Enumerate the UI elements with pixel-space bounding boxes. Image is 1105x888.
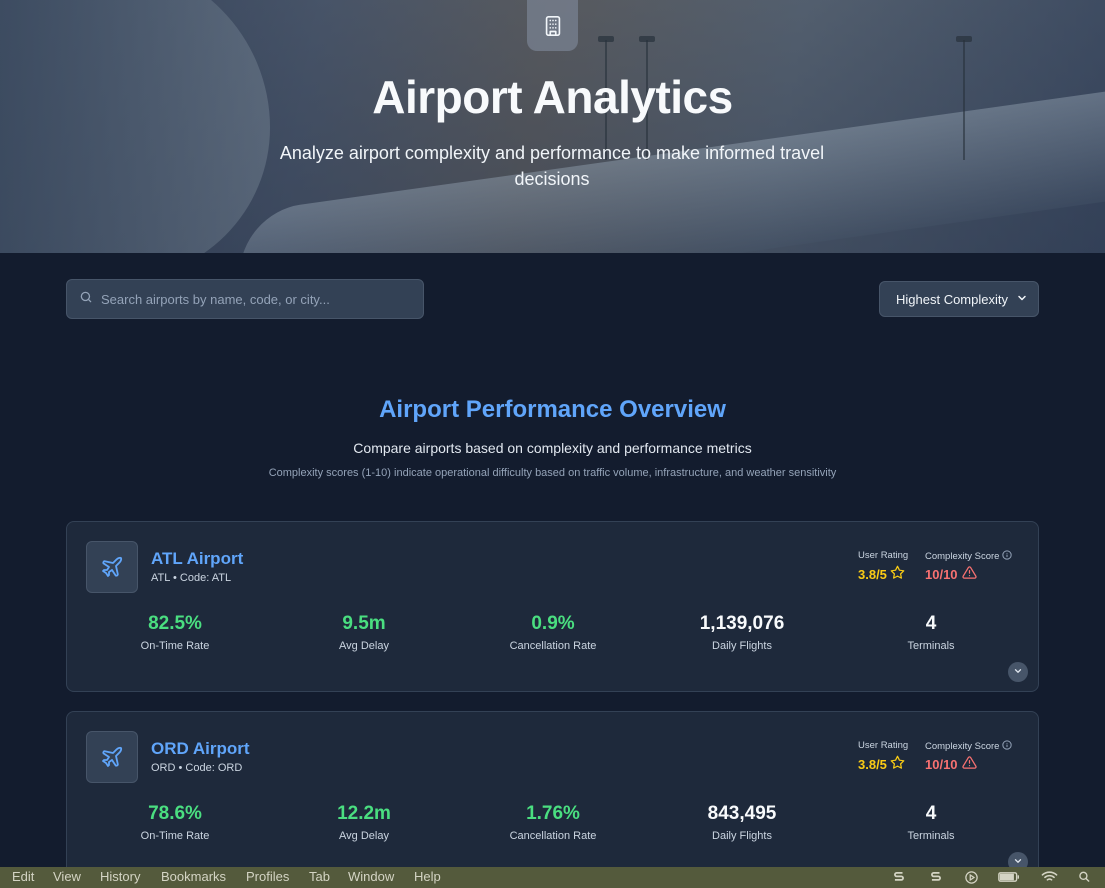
plane-icon xyxy=(86,541,138,593)
menu-item-tab[interactable]: Tab xyxy=(309,869,330,884)
warning-icon xyxy=(961,755,977,773)
metric-cancellation: 0.9% Cancellation Rate xyxy=(463,612,643,652)
airport-name[interactable]: ATL Airport xyxy=(151,549,243,569)
complexity-score-text: 10/10 xyxy=(925,756,958,772)
building-icon xyxy=(527,0,578,51)
metric-avg-delay: 9.5m Avg Delay xyxy=(274,612,454,652)
metric-terminals: 4 Terminals xyxy=(841,802,1021,842)
complexity-score-label-text: Complexity Score xyxy=(925,741,1000,752)
page-subtitle: Analyze airport complexity and performan… xyxy=(279,143,825,189)
metric-label: On-Time Rate xyxy=(140,640,210,652)
menu-item-help[interactable]: Help xyxy=(414,869,441,884)
complexity-score-label-text: Complexity Score xyxy=(925,551,1000,562)
metric-label: Terminals xyxy=(907,830,955,842)
user-rating-label: User Rating xyxy=(858,740,909,751)
metric-label: Cancellation Rate xyxy=(509,640,597,652)
airport-card[interactable]: ORD Airport ORD • Code: ORD User Rating … xyxy=(66,711,1039,882)
metric-terminals: 4 Terminals xyxy=(841,612,1021,652)
airport-code: ORD • Code: ORD xyxy=(151,762,243,774)
star-icon xyxy=(890,565,905,583)
sort-select[interactable]: Highest Complexity xyxy=(879,281,1039,317)
menu-item-view[interactable]: View xyxy=(53,869,81,884)
info-icon[interactable] xyxy=(1002,740,1013,753)
section-title: Airport Performance Overview xyxy=(379,396,726,423)
metric-label: Avg Delay xyxy=(339,830,389,842)
section-subtitle: Compare airports based on complexity and… xyxy=(353,440,752,456)
section-note: Complexity scores (1-10) indicate operat… xyxy=(268,467,837,479)
metric-label: Terminals xyxy=(907,640,955,652)
metric-label: On-Time Rate xyxy=(140,830,210,842)
page-title: Airport Analytics xyxy=(372,71,733,123)
airport-code: ATL • Code: ATL xyxy=(151,572,232,584)
hero-banner: Airport Analytics Analyze airport comple… xyxy=(0,0,1105,253)
metric-value: 12.2m xyxy=(337,803,391,824)
wifi-icon[interactable] xyxy=(1041,870,1058,884)
play-icon[interactable] xyxy=(964,870,979,885)
airport-card[interactable]: ATL Airport ATL • Code: ATL User Rating … xyxy=(66,521,1039,692)
metric-on-time: 78.6% On-Time Rate xyxy=(85,802,265,842)
user-rating-label: User Rating xyxy=(858,550,909,561)
metric-value: 1.76% xyxy=(526,803,580,824)
complexity-score-value: 10/10 xyxy=(925,755,977,773)
warning-icon xyxy=(961,565,977,583)
menu-item-edit[interactable]: Edit xyxy=(12,869,34,884)
complexity-score-value: 10/10 xyxy=(925,565,977,583)
metric-avg-delay: 12.2m Avg Delay xyxy=(274,802,454,842)
complexity-score-text: 10/10 xyxy=(925,566,958,582)
metric-value: 9.5m xyxy=(342,613,386,634)
menu-item-bookmarks[interactable]: Bookmarks xyxy=(161,869,226,884)
metric-on-time: 82.5% On-Time Rate xyxy=(85,612,265,652)
os-menu-bar: Edit View History Bookmarks Profiles Tab… xyxy=(0,867,1105,888)
plane-icon xyxy=(86,731,138,783)
sort-selected-value: Highest Complexity xyxy=(896,291,1008,307)
menu-item-window[interactable]: Window xyxy=(348,869,394,884)
search-icon xyxy=(79,290,93,309)
metric-label: Daily Flights xyxy=(712,830,772,842)
metric-value: 843,495 xyxy=(707,803,777,824)
complexity-score-label: Complexity Score xyxy=(925,550,1013,563)
hero-aircraft-fuselage xyxy=(0,0,270,253)
metric-value: 82.5% xyxy=(148,613,202,634)
user-rating-text: 3.8/5 xyxy=(858,756,887,772)
metric-value: 4 xyxy=(925,613,937,634)
menu-item-profiles[interactable]: Profiles xyxy=(246,869,289,884)
complexity-score-label: Complexity Score xyxy=(925,740,1013,753)
menu-item-history[interactable]: History xyxy=(100,869,140,884)
expand-button[interactable] xyxy=(1008,662,1028,682)
search-box[interactable] xyxy=(66,279,424,319)
chevron-down-icon xyxy=(1016,292,1028,307)
user-rating-value: 3.8/5 xyxy=(858,565,905,583)
metric-label: Daily Flights xyxy=(712,640,772,652)
metric-daily-flights: 843,495 Daily Flights xyxy=(652,802,832,842)
info-icon[interactable] xyxy=(1002,550,1013,563)
spotlight-search-icon[interactable] xyxy=(1077,870,1091,884)
chevron-down-icon xyxy=(1013,663,1023,681)
metric-value: 0.9% xyxy=(531,613,575,634)
search-input[interactable] xyxy=(101,291,421,307)
metric-value: 4 xyxy=(925,803,937,824)
star-icon xyxy=(890,755,905,773)
user-rating-text: 3.8/5 xyxy=(858,566,887,582)
metric-cancellation: 1.76% Cancellation Rate xyxy=(463,802,643,842)
tray-app-icon[interactable] xyxy=(892,870,906,884)
metric-label: Cancellation Rate xyxy=(509,830,597,842)
tray-app-icon[interactable] xyxy=(929,870,943,884)
user-rating-value: 3.8/5 xyxy=(858,755,905,773)
battery-icon[interactable] xyxy=(998,870,1020,884)
airport-name[interactable]: ORD Airport xyxy=(151,739,250,759)
metric-value: 78.6% xyxy=(148,803,202,824)
metric-label: Avg Delay xyxy=(339,640,389,652)
metric-value: 1,139,076 xyxy=(699,613,785,634)
metric-daily-flights: 1,139,076 Daily Flights xyxy=(652,612,832,652)
